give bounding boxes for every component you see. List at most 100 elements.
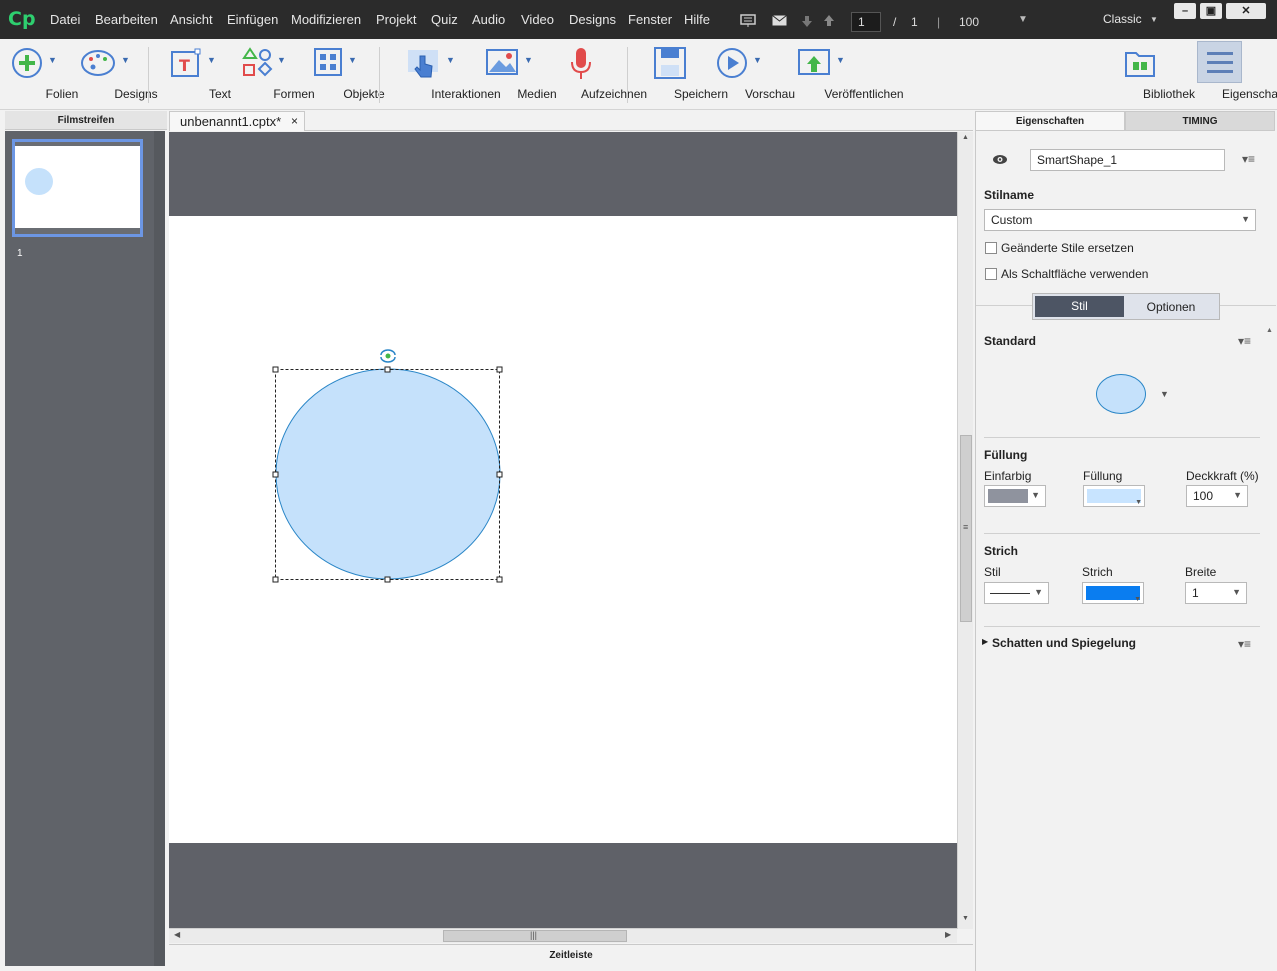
svg-text:T: T xyxy=(179,56,190,75)
tab-eigenschaften[interactable]: Eigenschaften xyxy=(975,111,1125,131)
workspace-switcher[interactable]: Classic xyxy=(1103,12,1142,26)
solid-line-icon xyxy=(990,593,1030,594)
object-name-input[interactable]: SmartShape_1 xyxy=(1030,149,1225,171)
menu-quiz[interactable]: Quiz xyxy=(431,12,458,27)
visibility-eye-icon[interactable] xyxy=(992,154,1008,165)
filmstrip-scrollbar[interactable] xyxy=(154,131,165,966)
folien-button[interactable]: ▼ Folien xyxy=(4,39,78,109)
document-tab[interactable]: unbenannt1.cptx* × xyxy=(169,111,305,131)
maximize-button[interactable]: ▣ xyxy=(1200,3,1222,19)
opacity-select[interactable]: 100 ▼ xyxy=(1186,485,1248,507)
slide-thumbnail[interactable] xyxy=(12,139,143,237)
expand-triangle-icon[interactable]: ▶ xyxy=(982,637,988,646)
bibliothek-button[interactable]: Bibliothek xyxy=(1111,39,1195,109)
menu-audio[interactable]: Audio xyxy=(472,12,505,27)
menu-bearbeiten[interactable]: Bearbeiten xyxy=(95,12,158,27)
close-tab-icon[interactable]: × xyxy=(291,114,298,128)
minimize-button[interactable]: – xyxy=(1174,3,1196,19)
speichern-button[interactable]: Speichern xyxy=(639,39,728,109)
divider xyxy=(984,437,1260,438)
menu-ansicht[interactable]: Ansicht xyxy=(170,12,213,27)
formen-button[interactable]: ▼ Formen xyxy=(232,39,315,109)
menu-fenster[interactable]: Fenster xyxy=(628,12,672,27)
arrow-up-icon[interactable] xyxy=(823,15,835,27)
replace-styles-label: Geänderte Stile ersetzen xyxy=(1001,241,1134,255)
thumbnail-shape xyxy=(25,168,53,195)
chevron-down-icon: ▼ xyxy=(121,55,130,65)
menu-video[interactable]: Video xyxy=(521,12,554,27)
fill-color-swatch xyxy=(1087,489,1141,503)
slide-canvas[interactable] xyxy=(169,216,957,843)
microphone-icon xyxy=(571,48,591,79)
stage-horizontal-scrollbar[interactable]: ◀ ||| ▶ xyxy=(169,928,957,943)
arrow-down-icon[interactable] xyxy=(801,16,813,28)
panel-menu-icon[interactable]: ▾≡ xyxy=(1238,334,1251,348)
tab-timing[interactable]: TIMING xyxy=(1125,111,1275,131)
menu-datei[interactable]: Datei xyxy=(50,12,80,27)
stage-area xyxy=(169,132,957,929)
menu-einfuegen[interactable]: Einfügen xyxy=(227,12,278,27)
app-logo: Cp xyxy=(8,8,36,30)
vertical-scroll-thumb[interactable]: ≡ xyxy=(960,435,972,622)
menu-designs[interactable]: Designs xyxy=(569,12,616,27)
workspace-dropdown-icon[interactable]: ▼ xyxy=(1150,15,1158,24)
text-button[interactable]: T ▼ Text xyxy=(160,39,231,109)
slide-number: 1 xyxy=(17,248,23,259)
text-caption-icon: T xyxy=(171,48,201,77)
menu-bar: Cp Datei Bearbeiten Ansicht Einfügen Mod… xyxy=(0,0,1277,39)
menu-projekt[interactable]: Projekt xyxy=(376,12,416,27)
chevron-down-icon: ▼ xyxy=(1233,490,1242,500)
slide-view-icon[interactable] xyxy=(740,14,756,27)
eigenschaften-button[interactable]: Eigenschaften xyxy=(1180,39,1277,109)
zoom-value[interactable]: 100 xyxy=(959,15,979,29)
document-tab-label: unbenannt1.cptx* xyxy=(180,114,282,129)
aufzeichnen-button[interactable]: Aufzeichnen xyxy=(548,39,647,109)
menu-modifizieren[interactable]: Modifizieren xyxy=(291,12,361,27)
objects-icon xyxy=(314,48,342,76)
style-preview-ellipse[interactable] xyxy=(1096,374,1146,414)
mail-icon[interactable] xyxy=(772,15,787,26)
panel-menu-icon[interactable]: ▾≡ xyxy=(1242,152,1255,166)
timeline-panel-header[interactable]: Zeitleiste xyxy=(169,944,973,968)
fill-type-select[interactable]: ▼ xyxy=(984,485,1046,507)
chevron-down-icon: ▼ xyxy=(277,55,286,65)
chevron-down-icon: ▼ xyxy=(207,55,216,65)
interaktionen-button[interactable]: ▼ Interaktionen xyxy=(392,39,501,109)
designs-label: Designs xyxy=(114,87,158,101)
panel-menu-icon[interactable]: ▾≡ xyxy=(1238,637,1251,651)
style-name-select[interactable]: Custom ▼ xyxy=(984,209,1256,231)
objekte-button[interactable]: ▼ Objekte xyxy=(304,39,385,109)
menu-hilfe[interactable]: Hilfe xyxy=(684,12,710,27)
replace-styles-checkbox[interactable] xyxy=(985,242,997,254)
horizontal-scroll-thumb[interactable]: ||| xyxy=(443,930,627,942)
subtab-optionen[interactable]: Optionen xyxy=(1125,296,1217,317)
chevron-down-icon: ▼ xyxy=(48,55,57,65)
vorschau-button[interactable]: ▼ Vorschau xyxy=(708,39,795,109)
veroeffentlichen-button[interactable]: ▼ Veröffentlichen xyxy=(780,39,904,109)
panel-scroll-up-icon[interactable]: ▲ xyxy=(1266,327,1273,334)
medien-button[interactable]: ▼ Medien xyxy=(479,39,557,109)
page-number-input[interactable]: 1 xyxy=(851,12,881,32)
fill-color-picker[interactable]: ▼ xyxy=(1083,485,1145,507)
zoom-dropdown-icon[interactable]: ▼ xyxy=(1018,14,1028,25)
stroke-width-select[interactable]: 1 ▼ xyxy=(1185,582,1247,604)
stroke-color-swatch xyxy=(1086,586,1140,600)
stroke-style-select[interactable]: ▼ xyxy=(984,582,1049,604)
rotate-handle-icon[interactable] xyxy=(380,349,396,363)
ellipse-shape[interactable] xyxy=(275,368,501,580)
filmstrip-header[interactable]: Filmstreifen xyxy=(5,111,167,130)
style-preview-dropdown-icon[interactable]: ▼ xyxy=(1160,389,1169,399)
subtab-stil[interactable]: Stil xyxy=(1035,296,1124,317)
close-button[interactable]: ✕ xyxy=(1226,3,1266,19)
stroke-color-picker[interactable]: ▼ xyxy=(1082,582,1144,604)
chevron-down-icon: ▼ xyxy=(1241,214,1250,224)
designs-button[interactable]: ▼ Designs xyxy=(72,39,158,109)
page-separator: / xyxy=(893,15,897,29)
smartshape-ellipse[interactable] xyxy=(275,368,501,580)
shadow-section-title[interactable]: Schatten und Spiegelung xyxy=(992,636,1136,650)
page-total: 1 xyxy=(911,15,918,29)
toolbar-divider xyxy=(379,47,380,103)
chevron-down-icon: ▼ xyxy=(1034,587,1043,597)
use-as-button-checkbox[interactable] xyxy=(985,268,997,280)
stage-vertical-scrollbar[interactable]: ▲ ≡ ▼ xyxy=(957,132,973,929)
